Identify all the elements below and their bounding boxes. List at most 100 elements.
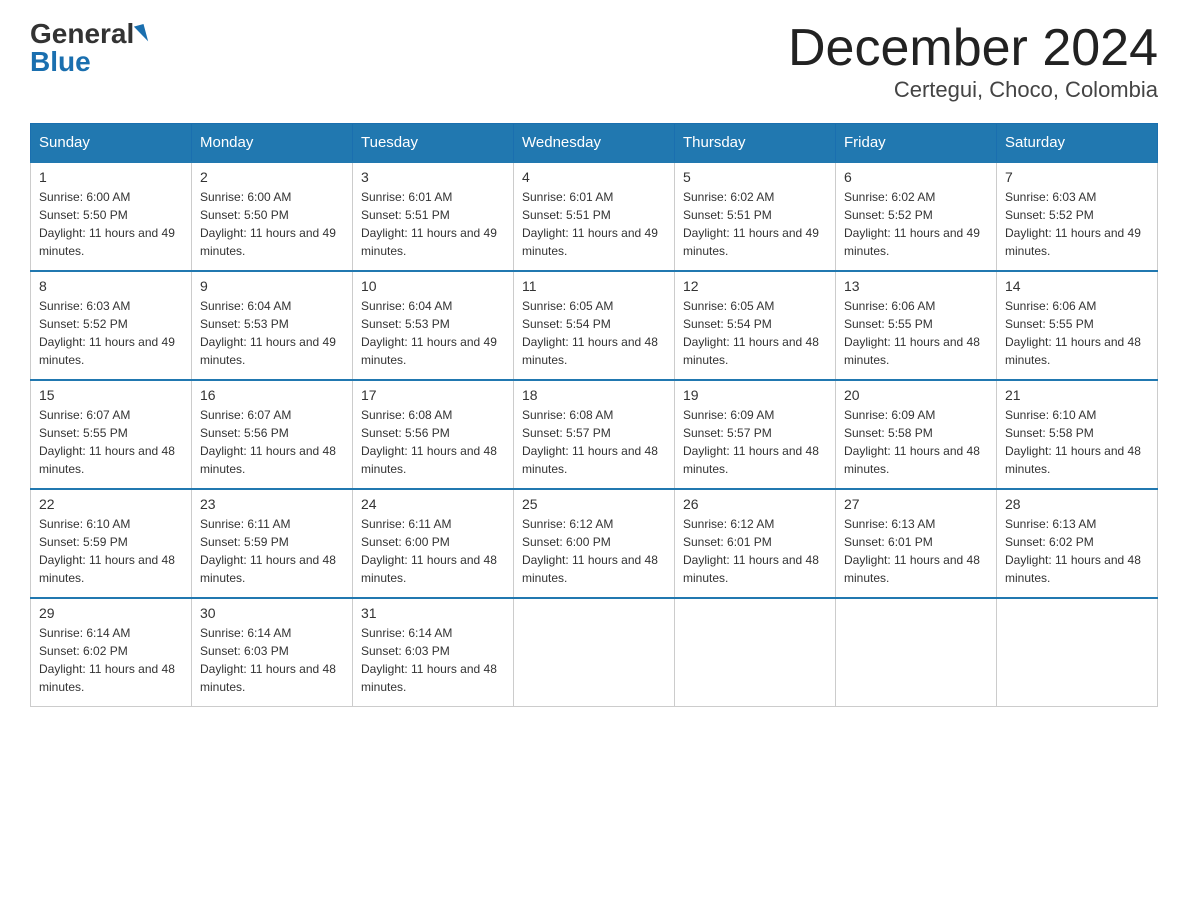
logo-arrow-icon: [134, 24, 148, 44]
calendar-cell: 18 Sunrise: 6:08 AMSunset: 5:57 PMDayligh…: [514, 380, 675, 489]
calendar-cell: 3 Sunrise: 6:01 AMSunset: 5:51 PMDaylight…: [353, 162, 514, 271]
calendar-cell: 27Sunrise: 6:13 AMSunset: 6:01 PMDayligh…: [836, 489, 997, 598]
calendar-cell: 1Sunrise: 6:00 AMSunset: 5:50 PMDaylight…: [31, 162, 192, 271]
day-number: 6: [844, 169, 988, 185]
day-info: Sunrise: 6:14 AMSunset: 6:03 PMDaylight:…: [361, 624, 505, 696]
day-info: Sunrise: 6:02 AMSunset: 5:52 PMDaylight:…: [844, 188, 988, 260]
day-info: Sunrise: 6:11 AMSunset: 5:59 PMDaylight:…: [200, 515, 344, 587]
header-sunday: Sunday: [31, 124, 192, 163]
day-info: Sunrise: 6:05 AMSunset: 5:54 PMDaylight:…: [522, 297, 666, 369]
day-number: 8: [39, 278, 183, 294]
calendar-cell: 17Sunrise: 6:08 AMSunset: 5:56 PMDayligh…: [353, 380, 514, 489]
day-number: 9: [200, 278, 344, 294]
calendar-cell: 19 Sunrise: 6:09 AMSunset: 5:57 PMDayligh…: [675, 380, 836, 489]
calendar-cell: 22Sunrise: 6:10 AMSunset: 5:59 PMDayligh…: [31, 489, 192, 598]
calendar-week-2: 8 Sunrise: 6:03 AMSunset: 5:52 PMDaylight…: [31, 271, 1158, 380]
title-area: December 2024 Certegui, Choco, Colombia: [788, 20, 1158, 103]
calendar-cell: 23 Sunrise: 6:11 AMSunset: 5:59 PMDayligh…: [192, 489, 353, 598]
day-info: Sunrise: 6:14 AMSunset: 6:03 PMDaylight:…: [200, 624, 344, 696]
calendar-week-5: 29 Sunrise: 6:14 AMSunset: 6:02 PMDayligh…: [31, 598, 1158, 707]
logo: General Blue: [30, 20, 146, 76]
calendar-cell: 12 Sunrise: 6:05 AMSunset: 5:54 PMDayligh…: [675, 271, 836, 380]
day-number: 10: [361, 278, 505, 294]
day-info: Sunrise: 6:12 AMSunset: 6:00 PMDaylight:…: [522, 515, 666, 587]
day-number: 18: [522, 387, 666, 403]
calendar-cell: 21 Sunrise: 6:10 AMSunset: 5:58 PMDayligh…: [997, 380, 1158, 489]
day-info: Sunrise: 6:11 AMSunset: 6:00 PMDaylight:…: [361, 515, 505, 587]
day-number: 15: [39, 387, 183, 403]
day-info: Sunrise: 6:00 AMSunset: 5:50 PMDaylight:…: [39, 188, 183, 260]
header-tuesday: Tuesday: [353, 124, 514, 163]
day-number: 14: [1005, 278, 1149, 294]
calendar-cell: 16Sunrise: 6:07 AMSunset: 5:56 PMDayligh…: [192, 380, 353, 489]
day-number: 11: [522, 278, 666, 294]
day-number: 22: [39, 496, 183, 512]
day-number: 12: [683, 278, 827, 294]
day-info: Sunrise: 6:05 AMSunset: 5:54 PMDaylight:…: [683, 297, 827, 369]
calendar-cell: 24 Sunrise: 6:11 AMSunset: 6:00 PMDayligh…: [353, 489, 514, 598]
header-thursday: Thursday: [675, 124, 836, 163]
calendar-cell: 7Sunrise: 6:03 AMSunset: 5:52 PMDaylight…: [997, 162, 1158, 271]
day-info: Sunrise: 6:01 AMSunset: 5:51 PMDaylight:…: [361, 188, 505, 260]
calendar-cell: 13Sunrise: 6:06 AMSunset: 5:55 PMDayligh…: [836, 271, 997, 380]
calendar-cell: 31 Sunrise: 6:14 AMSunset: 6:03 PMDayligh…: [353, 598, 514, 707]
day-number: 23: [200, 496, 344, 512]
calendar-cell: 6 Sunrise: 6:02 AMSunset: 5:52 PMDaylight…: [836, 162, 997, 271]
day-number: 24: [361, 496, 505, 512]
calendar-cell: 25Sunrise: 6:12 AMSunset: 6:00 PMDayligh…: [514, 489, 675, 598]
calendar-cell: [836, 598, 997, 707]
calendar-cell: 14 Sunrise: 6:06 AMSunset: 5:55 PMDayligh…: [997, 271, 1158, 380]
day-info: Sunrise: 6:12 AMSunset: 6:01 PMDaylight:…: [683, 515, 827, 587]
day-info: Sunrise: 6:10 AMSunset: 5:58 PMDaylight:…: [1005, 406, 1149, 478]
day-number: 29: [39, 605, 183, 621]
calendar-week-1: 1Sunrise: 6:00 AMSunset: 5:50 PMDaylight…: [31, 162, 1158, 271]
day-number: 30: [200, 605, 344, 621]
header-monday: Monday: [192, 124, 353, 163]
day-info: Sunrise: 6:08 AMSunset: 5:57 PMDaylight:…: [522, 406, 666, 478]
header-friday: Friday: [836, 124, 997, 163]
calendar-week-3: 15Sunrise: 6:07 AMSunset: 5:55 PMDayligh…: [31, 380, 1158, 489]
location-subtitle: Certegui, Choco, Colombia: [788, 77, 1158, 103]
calendar-cell: 20 Sunrise: 6:09 AMSunset: 5:58 PMDayligh…: [836, 380, 997, 489]
logo-general-text: General: [30, 20, 134, 48]
calendar-cell: 5 Sunrise: 6:02 AMSunset: 5:51 PMDaylight…: [675, 162, 836, 271]
day-info: Sunrise: 6:13 AMSunset: 6:01 PMDaylight:…: [844, 515, 988, 587]
day-info: Sunrise: 6:13 AMSunset: 6:02 PMDaylight:…: [1005, 515, 1149, 587]
calendar-cell: 8 Sunrise: 6:03 AMSunset: 5:52 PMDaylight…: [31, 271, 192, 380]
day-info: Sunrise: 6:14 AMSunset: 6:02 PMDaylight:…: [39, 624, 183, 696]
day-info: Sunrise: 6:06 AMSunset: 5:55 PMDaylight:…: [1005, 297, 1149, 369]
day-number: 19: [683, 387, 827, 403]
day-info: Sunrise: 6:09 AMSunset: 5:58 PMDaylight:…: [844, 406, 988, 478]
calendar-cell: 4Sunrise: 6:01 AMSunset: 5:51 PMDaylight…: [514, 162, 675, 271]
calendar-cell: 10 Sunrise: 6:04 AMSunset: 5:53 PMDayligh…: [353, 271, 514, 380]
day-info: Sunrise: 6:03 AMSunset: 5:52 PMDaylight:…: [39, 297, 183, 369]
day-info: Sunrise: 6:04 AMSunset: 5:53 PMDaylight:…: [361, 297, 505, 369]
calendar-cell: 11 Sunrise: 6:05 AMSunset: 5:54 PMDayligh…: [514, 271, 675, 380]
day-number: 31: [361, 605, 505, 621]
day-number: 21: [1005, 387, 1149, 403]
calendar-cell: [675, 598, 836, 707]
calendar-cell: 26 Sunrise: 6:12 AMSunset: 6:01 PMDayligh…: [675, 489, 836, 598]
day-info: Sunrise: 6:08 AMSunset: 5:56 PMDaylight:…: [361, 406, 505, 478]
day-info: Sunrise: 6:09 AMSunset: 5:57 PMDaylight:…: [683, 406, 827, 478]
day-number: 26: [683, 496, 827, 512]
calendar-cell: 15Sunrise: 6:07 AMSunset: 5:55 PMDayligh…: [31, 380, 192, 489]
day-number: 5: [683, 169, 827, 185]
calendar-cell: [997, 598, 1158, 707]
calendar-cell: [514, 598, 675, 707]
day-info: Sunrise: 6:02 AMSunset: 5:51 PMDaylight:…: [683, 188, 827, 260]
day-number: 20: [844, 387, 988, 403]
calendar-table: SundayMondayTuesdayWednesdayThursdayFrid…: [30, 123, 1158, 707]
calendar-cell: 2Sunrise: 6:00 AMSunset: 5:50 PMDaylight…: [192, 162, 353, 271]
day-number: 7: [1005, 169, 1149, 185]
calendar-header-row: SundayMondayTuesdayWednesdayThursdayFrid…: [31, 124, 1158, 163]
month-title: December 2024: [788, 20, 1158, 77]
calendar-cell: 29 Sunrise: 6:14 AMSunset: 6:02 PMDayligh…: [31, 598, 192, 707]
day-number: 3: [361, 169, 505, 185]
calendar-week-4: 22Sunrise: 6:10 AMSunset: 5:59 PMDayligh…: [31, 489, 1158, 598]
day-info: Sunrise: 6:06 AMSunset: 5:55 PMDaylight:…: [844, 297, 988, 369]
logo-blue-text: Blue: [30, 48, 91, 76]
day-info: Sunrise: 6:07 AMSunset: 5:56 PMDaylight:…: [200, 406, 344, 478]
day-info: Sunrise: 6:04 AMSunset: 5:53 PMDaylight:…: [200, 297, 344, 369]
day-number: 4: [522, 169, 666, 185]
